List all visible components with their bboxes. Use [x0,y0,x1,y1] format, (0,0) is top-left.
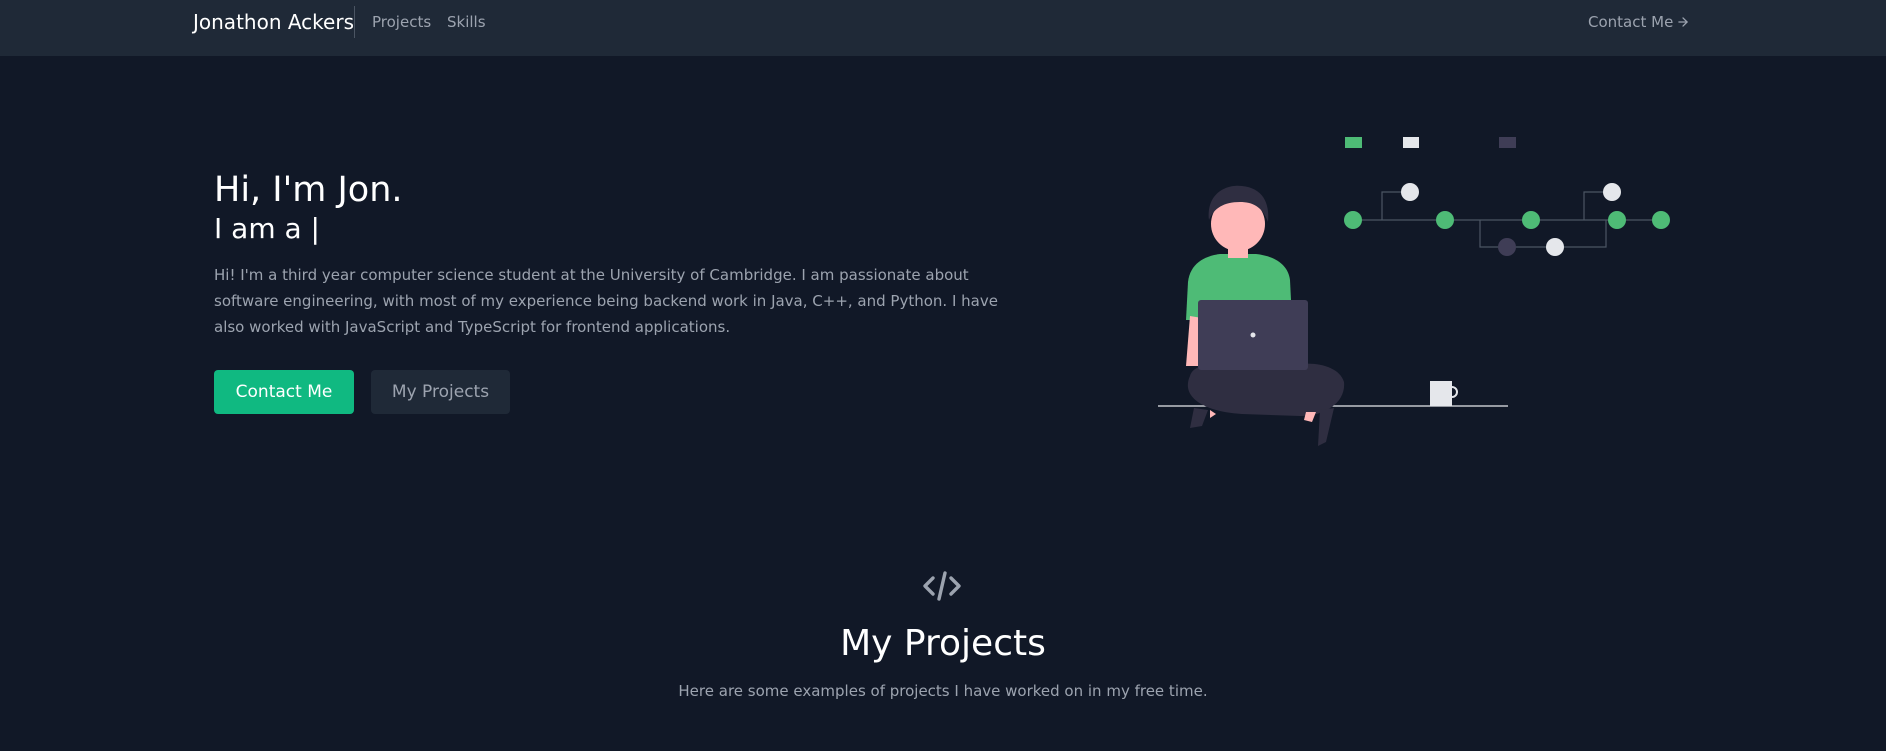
my-projects-button[interactable]: My Projects [371,370,510,414]
hero-title: Hi, I'm Jon. [214,170,403,210]
nav-contact-label: Contact Me [1588,13,1674,31]
square-green [1345,137,1362,148]
nav-divider [354,6,355,38]
hero-description: Hi! I'm a third year computer science st… [214,266,998,336]
node-white-2 [1546,238,1564,256]
mug [1430,381,1452,406]
hero-typewriter: I am a | [214,212,320,245]
person [1186,185,1345,446]
node-green-3 [1522,211,1540,229]
person-legs [1187,363,1345,416]
node-green-1 [1344,211,1362,229]
node-white-3 [1603,183,1621,201]
programmer-illustration [1158,137,1670,446]
node-green-5 [1652,211,1670,229]
square-dark [1499,137,1516,148]
laptop-logo [1250,332,1256,338]
nav-contact-link[interactable]: Contact Me [1588,12,1690,32]
projects-section-subtitle: Here are some examples of projects I hav… [678,682,1208,700]
nav-link-skills[interactable]: Skills [447,12,486,32]
node-green-4 [1608,211,1626,229]
square-white [1403,137,1419,148]
node-dark-1 [1498,238,1516,256]
code-icon [923,571,961,601]
nav-link-projects[interactable]: Projects [372,12,431,32]
navbar: Jonathon Ackers Projects Skills Contact … [0,0,1886,56]
brand-link[interactable]: Jonathon Ackers [193,9,354,35]
node-white-1 [1401,183,1419,201]
projects-section-title: My Projects [840,623,1046,664]
arrow-right-icon [1678,17,1689,27]
node-green-2 [1436,211,1454,229]
contact-me-button[interactable]: Contact Me [214,370,354,414]
mug-handle [1451,386,1458,398]
